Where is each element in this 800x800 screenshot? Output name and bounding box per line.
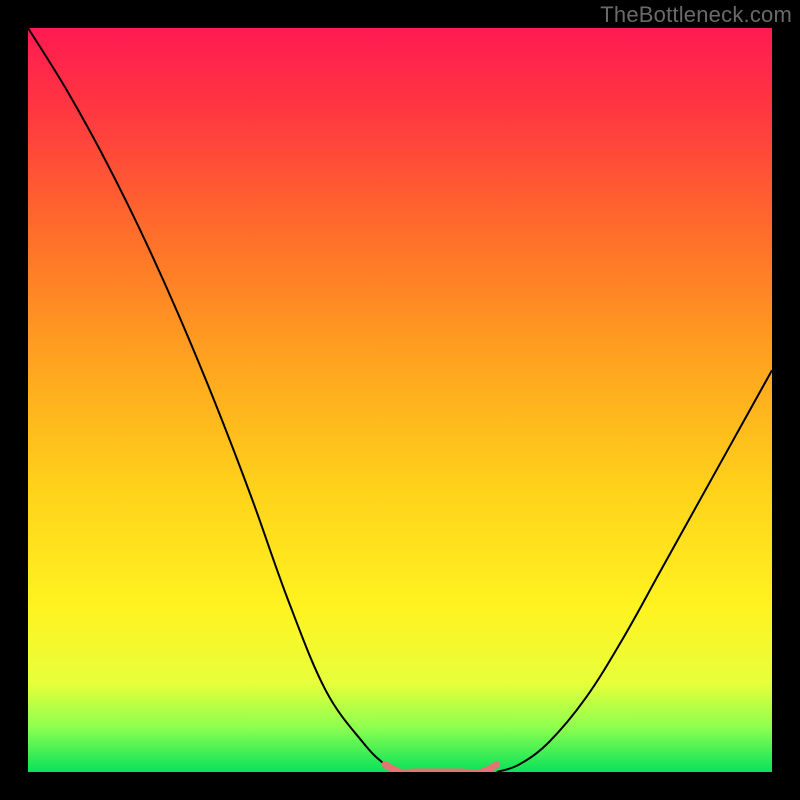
chart-svg [28, 28, 772, 772]
chart-frame: TheBottleneck.com [0, 0, 800, 800]
watermark-label: TheBottleneck.com [600, 2, 792, 28]
plot-area [28, 28, 772, 772]
gradient-rect [28, 28, 772, 772]
